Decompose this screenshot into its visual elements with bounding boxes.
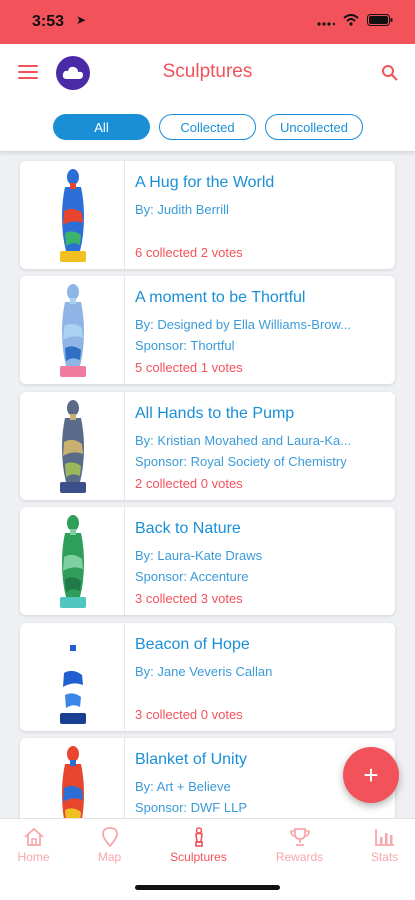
sculpture-sponsor: Sponsor: DWF LLP [135, 800, 247, 815]
sculpture-artist: By: Designed by Ella Williams-Brow... [135, 317, 352, 332]
sculpture-stats: 3 collected 0 votes [135, 707, 243, 722]
tab-label: Stats [370, 850, 399, 864]
sculpture-stats: 2 collected 0 votes [135, 476, 243, 491]
tab-label: Map [97, 850, 122, 864]
map-pin-icon [101, 827, 118, 847]
sculpture-title: Beacon of Hope [135, 636, 250, 653]
sculpture-sponsor: Sponsor: Royal Society of Chemistry [135, 454, 347, 469]
tab-home[interactable]: Home [0, 827, 75, 864]
filter-all-button[interactable]: All [53, 114, 150, 140]
sculpture-card[interactable]: Beacon of Hope By: Jane Veveris Callan 3… [20, 623, 395, 731]
sculpture-icon [194, 827, 203, 847]
sculpture-thumbnail [20, 392, 125, 500]
sculpture-artist: By: Kristian Movahed and Laura-Ka... [135, 433, 352, 448]
search-icon[interactable] [381, 64, 399, 82]
sculpture-thumbnail [20, 623, 125, 731]
sculpture-card[interactable]: A Hug for the World By: Judith Berrill 6… [20, 161, 395, 269]
sculpture-sponsor: Sponsor: Thortful [135, 338, 235, 353]
stats-icon [374, 829, 394, 846]
sculpture-artist: By: Judith Berrill [135, 202, 229, 217]
trophy-icon [289, 828, 310, 846]
tab-rewards[interactable]: Rewards [258, 827, 341, 864]
sculpture-sponsor: Sponsor: Accenture [135, 569, 249, 584]
tab-sculptures[interactable]: Sculptures [157, 827, 240, 864]
sculpture-stats: 3 collected 3 votes [135, 591, 243, 606]
sculpture-artist: By: Jane Veveris Callan [135, 664, 273, 679]
filter-bar: All Collected Uncollected [0, 102, 415, 152]
sculpture-thumbnail [20, 276, 125, 384]
sculpture-title: All Hands to the Pump [135, 405, 295, 422]
sculpture-title: Back to Nature [135, 520, 241, 537]
tab-label: Home [17, 850, 50, 864]
tab-label: Sculptures [170, 850, 227, 864]
filter-collected-button[interactable]: Collected [159, 114, 256, 140]
sculpture-thumbnail [20, 738, 125, 818]
sculpture-artist: By: Laura-Kate Draws [135, 548, 263, 563]
sculpture-card[interactable]: Blanket of Unity By: Art + Believe Spons… [20, 738, 395, 818]
status-time: 3:53 [32, 13, 65, 30]
sculpture-thumbnail [20, 507, 125, 615]
sculpture-card[interactable]: Back to Nature By: Laura-Kate Draws Spon… [20, 507, 395, 615]
sculpture-title: A Hug for the World [135, 174, 275, 191]
tab-stats[interactable]: Stats [343, 827, 415, 864]
tab-map[interactable]: Map [68, 827, 151, 864]
home-indicator [135, 885, 280, 890]
sculpture-card[interactable]: All Hands to the Pump By: Kristian Movah… [20, 392, 395, 500]
sculpture-thumbnail [20, 161, 125, 269]
sculpture-list: A Hug for the World By: Judith Berrill 6… [0, 158, 415, 818]
location-arrow-icon: ➤ [76, 13, 87, 27]
signal-icon [317, 22, 335, 26]
home-icon [23, 827, 44, 846]
sculpture-card[interactable]: A moment to be Thortful By: Designed by … [20, 276, 395, 384]
sculpture-title: A moment to be Thortful [135, 289, 306, 306]
page-title: Sculptures [162, 61, 253, 82]
status-icons [317, 14, 393, 26]
filter-uncollected-button[interactable]: Uncollected [265, 114, 363, 140]
wifi-icon [343, 14, 359, 26]
sculpture-stats: 6 collected 2 votes [135, 245, 243, 260]
app-header: Sculptures [0, 44, 415, 102]
status-bar: 3:53 ➤ [0, 0, 415, 44]
sculpture-stats: 5 collected 1 votes [135, 360, 243, 375]
battery-icon [367, 14, 393, 26]
tab-label: Rewards [275, 850, 324, 864]
add-button[interactable]: + [343, 747, 399, 803]
